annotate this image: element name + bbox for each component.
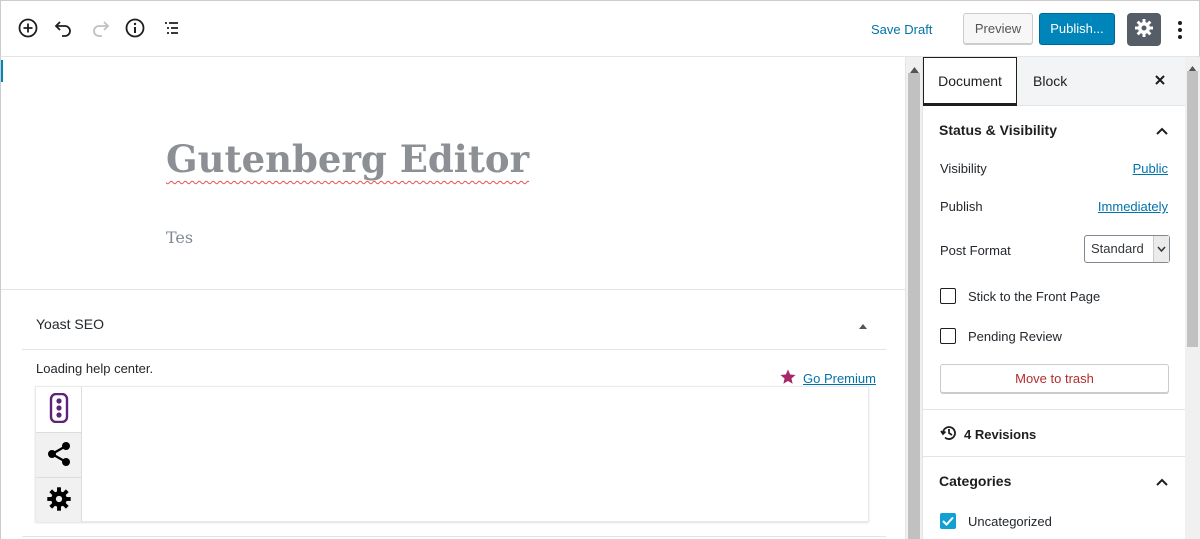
tab-document[interactable]: Document: [923, 57, 1017, 106]
category-checkbox[interactable]: [940, 513, 956, 529]
yoast-loading-text: Loading help center.: [36, 361, 154, 376]
scroll-thumb[interactable]: [908, 73, 920, 539]
stick-front-page-checkbox[interactable]: [940, 288, 956, 304]
post-format-value: Standard: [1091, 241, 1144, 256]
move-to-trash-button[interactable]: Move to trash: [940, 364, 1169, 393]
post-format-select[interactable]: Standard: [1084, 235, 1170, 263]
preview-button[interactable]: Preview: [963, 13, 1033, 45]
divider: [923, 456, 1185, 457]
yoast-tab-seo[interactable]: [36, 387, 82, 432]
paragraph-block[interactable]: Tes: [166, 228, 193, 247]
chevron-up-icon[interactable]: [1155, 475, 1169, 490]
go-premium-label[interactable]: Go Premium: [803, 371, 876, 386]
settings-button[interactable]: [1127, 13, 1161, 46]
yoast-tab-settings[interactable]: [36, 477, 82, 522]
redo-icon[interactable]: [87, 15, 113, 41]
category-label[interactable]: Uncategorized: [968, 514, 1052, 529]
yoast-title: Yoast SEO: [36, 316, 104, 332]
accent-marker: [1, 60, 3, 82]
yoast-tab-social[interactable]: [36, 432, 82, 477]
chevron-up-icon[interactable]: [1155, 124, 1169, 139]
post-format-label: Post Format: [940, 243, 1011, 258]
publish-date-link[interactable]: Immediately: [1098, 199, 1168, 214]
categories-heading[interactable]: Categories: [939, 473, 1011, 489]
chevron-down-icon: [1153, 236, 1169, 262]
collapse-toggle-icon[interactable]: [858, 318, 868, 333]
save-draft-button[interactable]: Save Draft: [871, 19, 932, 41]
revisions-link[interactable]: 4 Revisions: [940, 424, 1036, 445]
block-navigation-icon[interactable]: [158, 15, 184, 41]
publish-label: Publish: [940, 199, 983, 214]
traffic-light-icon: [48, 392, 70, 426]
stick-front-page-label[interactable]: Stick to the Front Page: [968, 289, 1100, 304]
history-icon: [940, 424, 958, 445]
sidebar-tabs: Document Block: [923, 57, 1185, 106]
visibility-label: Visibility: [940, 161, 987, 176]
close-icon[interactable]: [1153, 73, 1167, 90]
post-title[interactable]: Gutenberg Editor: [166, 137, 529, 181]
settings-sidebar: Document Block Status & Visibility Visib…: [922, 57, 1185, 539]
gear-icon: [46, 486, 72, 515]
divider: [923, 409, 1185, 410]
editor-header: Save Draft Preview Publish...: [0, 0, 1200, 57]
yoast-sidebar-tabs: [35, 386, 869, 522]
yoast-metabox-header[interactable]: Yoast SEO: [22, 290, 886, 350]
tab-block[interactable]: Block: [1033, 57, 1067, 106]
add-block-icon[interactable]: [15, 15, 41, 41]
visibility-value-link[interactable]: Public: [1133, 161, 1168, 176]
checkmark-icon: [942, 514, 954, 529]
share-icon: [46, 441, 72, 470]
pending-review-checkbox[interactable]: [940, 328, 956, 344]
sidebar-scrollbar[interactable]: [1185, 57, 1200, 539]
status-visibility-heading[interactable]: Status & Visibility: [939, 122, 1057, 138]
pending-review-label[interactable]: Pending Review: [968, 329, 1062, 344]
editor-scrollbar[interactable]: [905, 57, 922, 539]
scroll-thumb[interactable]: [1187, 71, 1198, 347]
gear-icon: [1134, 18, 1154, 41]
undo-icon[interactable]: [51, 15, 77, 41]
editor-canvas: Gutenberg Editor Tes Yoast SEO Loading h…: [0, 57, 905, 539]
info-icon[interactable]: [122, 15, 148, 41]
revisions-label[interactable]: 4 Revisions: [964, 427, 1036, 442]
divider: [22, 536, 886, 537]
more-vertical-icon[interactable]: [1169, 15, 1191, 45]
publish-button[interactable]: Publish...: [1039, 13, 1115, 45]
